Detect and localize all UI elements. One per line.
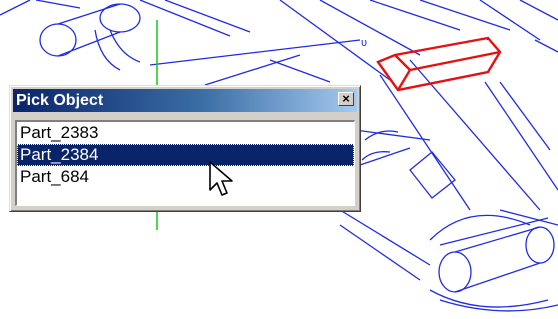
pick-object-dialog: Pick Object × Part_2383 Part_2384 Part_6… [9,85,361,212]
highlighted-part [376,36,502,92]
arrow-pointer-icon [209,161,233,196]
list-item[interactable]: Part_2383 [17,122,354,144]
close-icon: × [342,91,350,106]
cylinder-end [438,251,472,293]
object-listbox[interactable]: Part_2383 Part_2384 Part_684 [15,120,355,206]
svg-text:υ: υ [361,37,367,49]
cylinder-end [525,226,555,264]
dialog-titlebar[interactable]: Pick Object × [13,89,357,112]
close-button[interactable]: × [338,92,354,106]
dialog-title: Pick Object [16,92,104,109]
list-item-selected[interactable]: Part_2384 [17,144,354,166]
list-item[interactable]: Part_684 [17,166,354,188]
